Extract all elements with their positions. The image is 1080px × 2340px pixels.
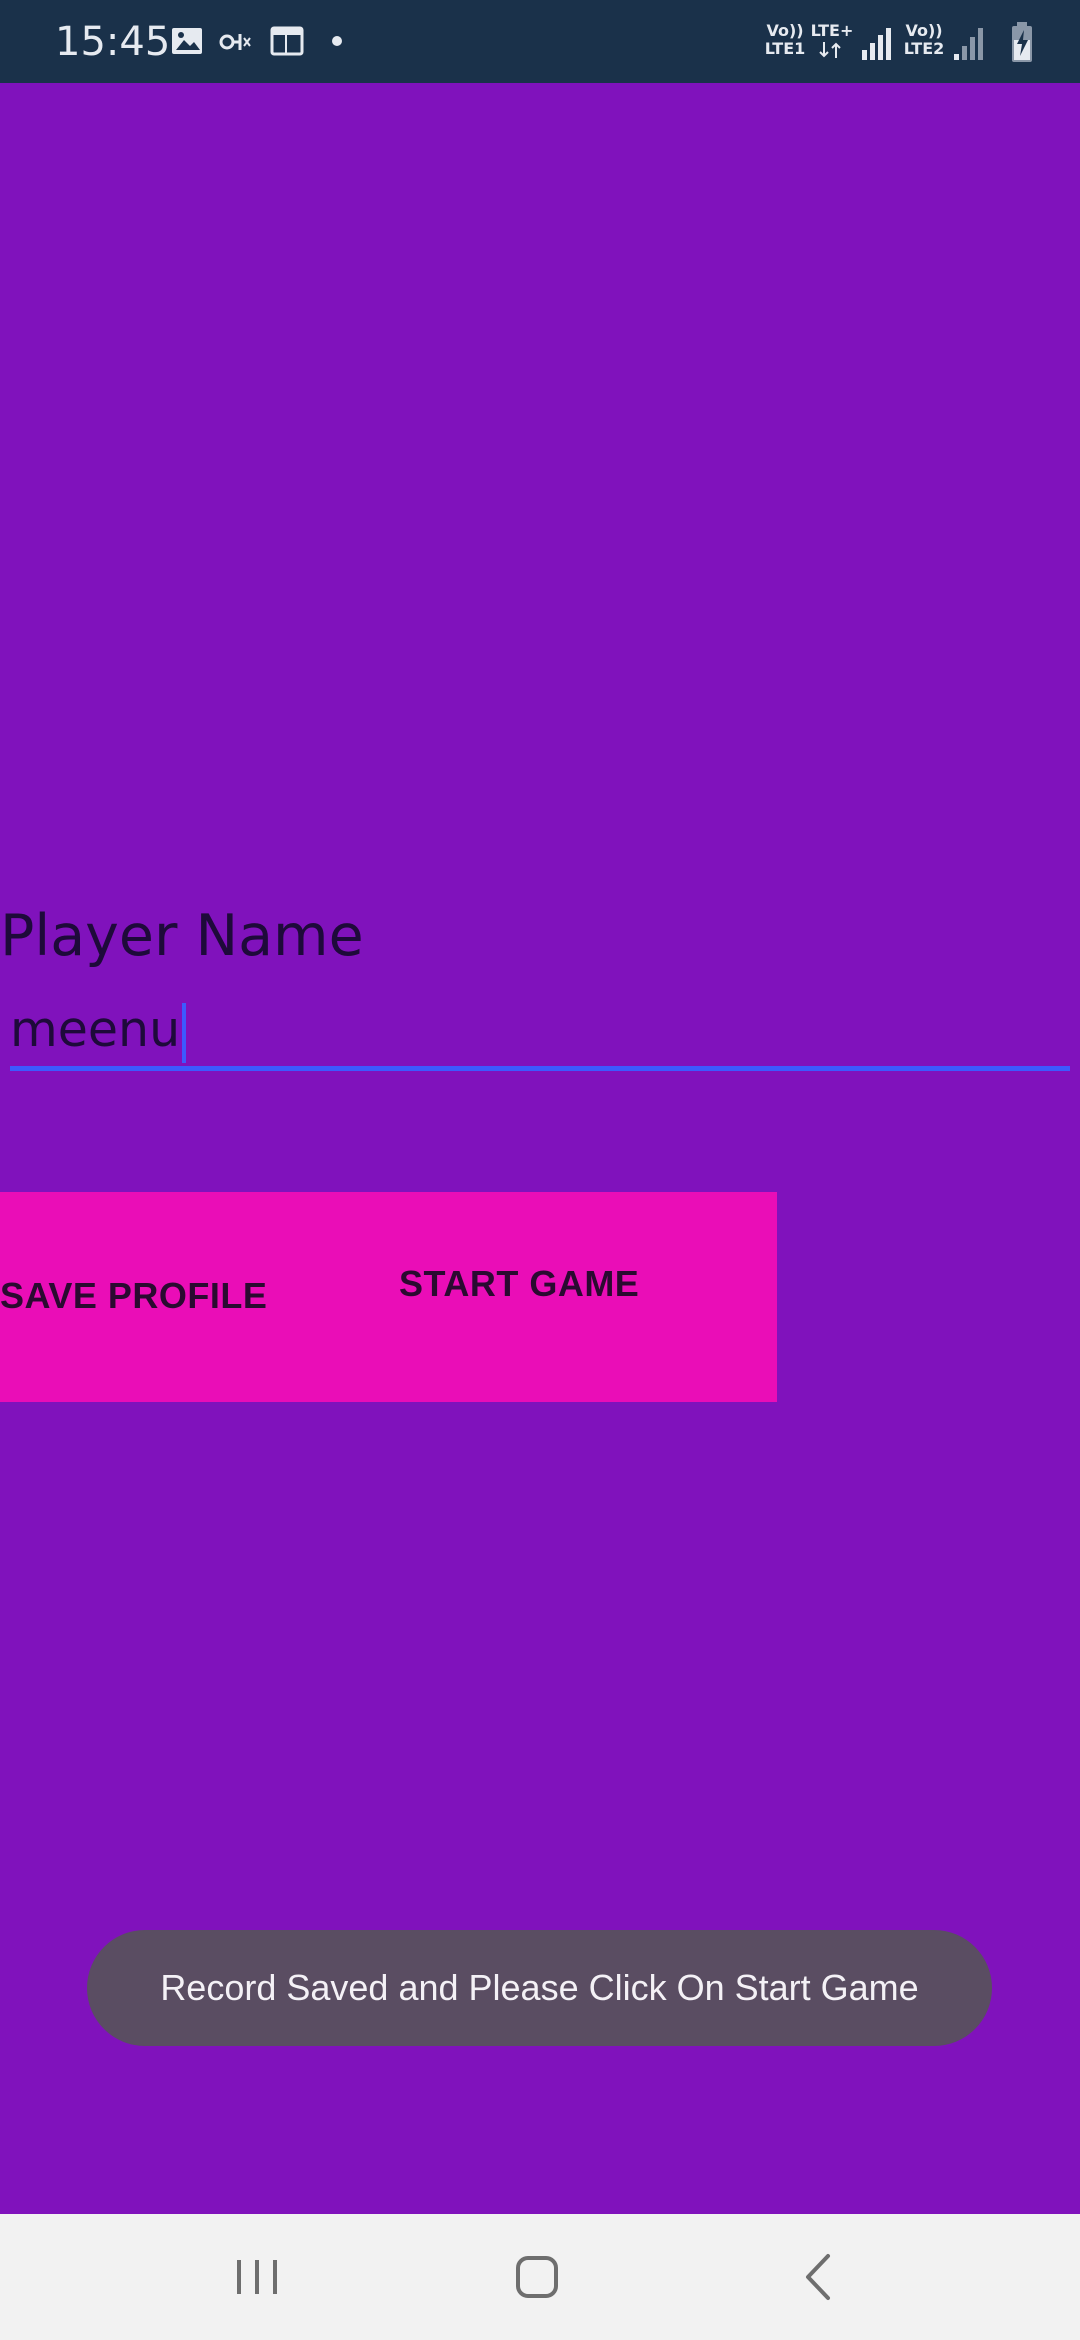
player-name-value: meenu (10, 1001, 181, 1058)
image-icon (172, 28, 202, 54)
sim2-label: LTE2 (903, 39, 945, 58)
save-profile-button[interactable]: SAVE PROFILE (0, 1275, 267, 1317)
toast-text: Record Saved and Please Click On Start G… (160, 1967, 919, 2008)
back-icon[interactable] (784, 2242, 854, 2312)
calendar-icon (270, 26, 304, 56)
app-content (0, 83, 1080, 2214)
battery-charging-icon (1012, 22, 1032, 62)
sim1-network-label: LTE+ (810, 21, 854, 40)
home-icon[interactable] (502, 2242, 572, 2312)
toast-message: Record Saved and Please Click On Start G… (87, 1930, 992, 2046)
status-bar: 15:45 Vo)) LTE1 LTE+ Vo)) LTE2 (0, 0, 1080, 83)
navigation-bar (0, 2214, 1080, 2340)
signal-icon (862, 28, 891, 60)
input-underline (10, 1066, 1070, 1071)
button-panel: SAVE PROFILE START GAME (0, 1192, 777, 1402)
status-icons-right: Vo)) LTE1 LTE+ Vo)) LTE2 (760, 18, 1060, 66)
status-icons-left (170, 20, 360, 62)
signal-icon (954, 28, 983, 60)
player-name-label: Player Name (0, 903, 364, 969)
text-caret (182, 1002, 187, 1063)
sim2-volte-label: Vo)) (905, 21, 943, 40)
status-time: 15:45 (55, 19, 171, 65)
start-game-button[interactable]: START GAME (399, 1263, 639, 1305)
recents-icon[interactable] (222, 2242, 292, 2312)
sim1-label: LTE1 (764, 39, 806, 58)
voicemail-icon (219, 34, 251, 50)
data-arrows-icon (819, 42, 841, 58)
player-name-input[interactable]: meenu (10, 995, 187, 1065)
sim1-volte-label: Vo)) (766, 21, 804, 40)
player-name-field[interactable]: meenu (10, 995, 1070, 1071)
dot-icon (332, 36, 342, 46)
